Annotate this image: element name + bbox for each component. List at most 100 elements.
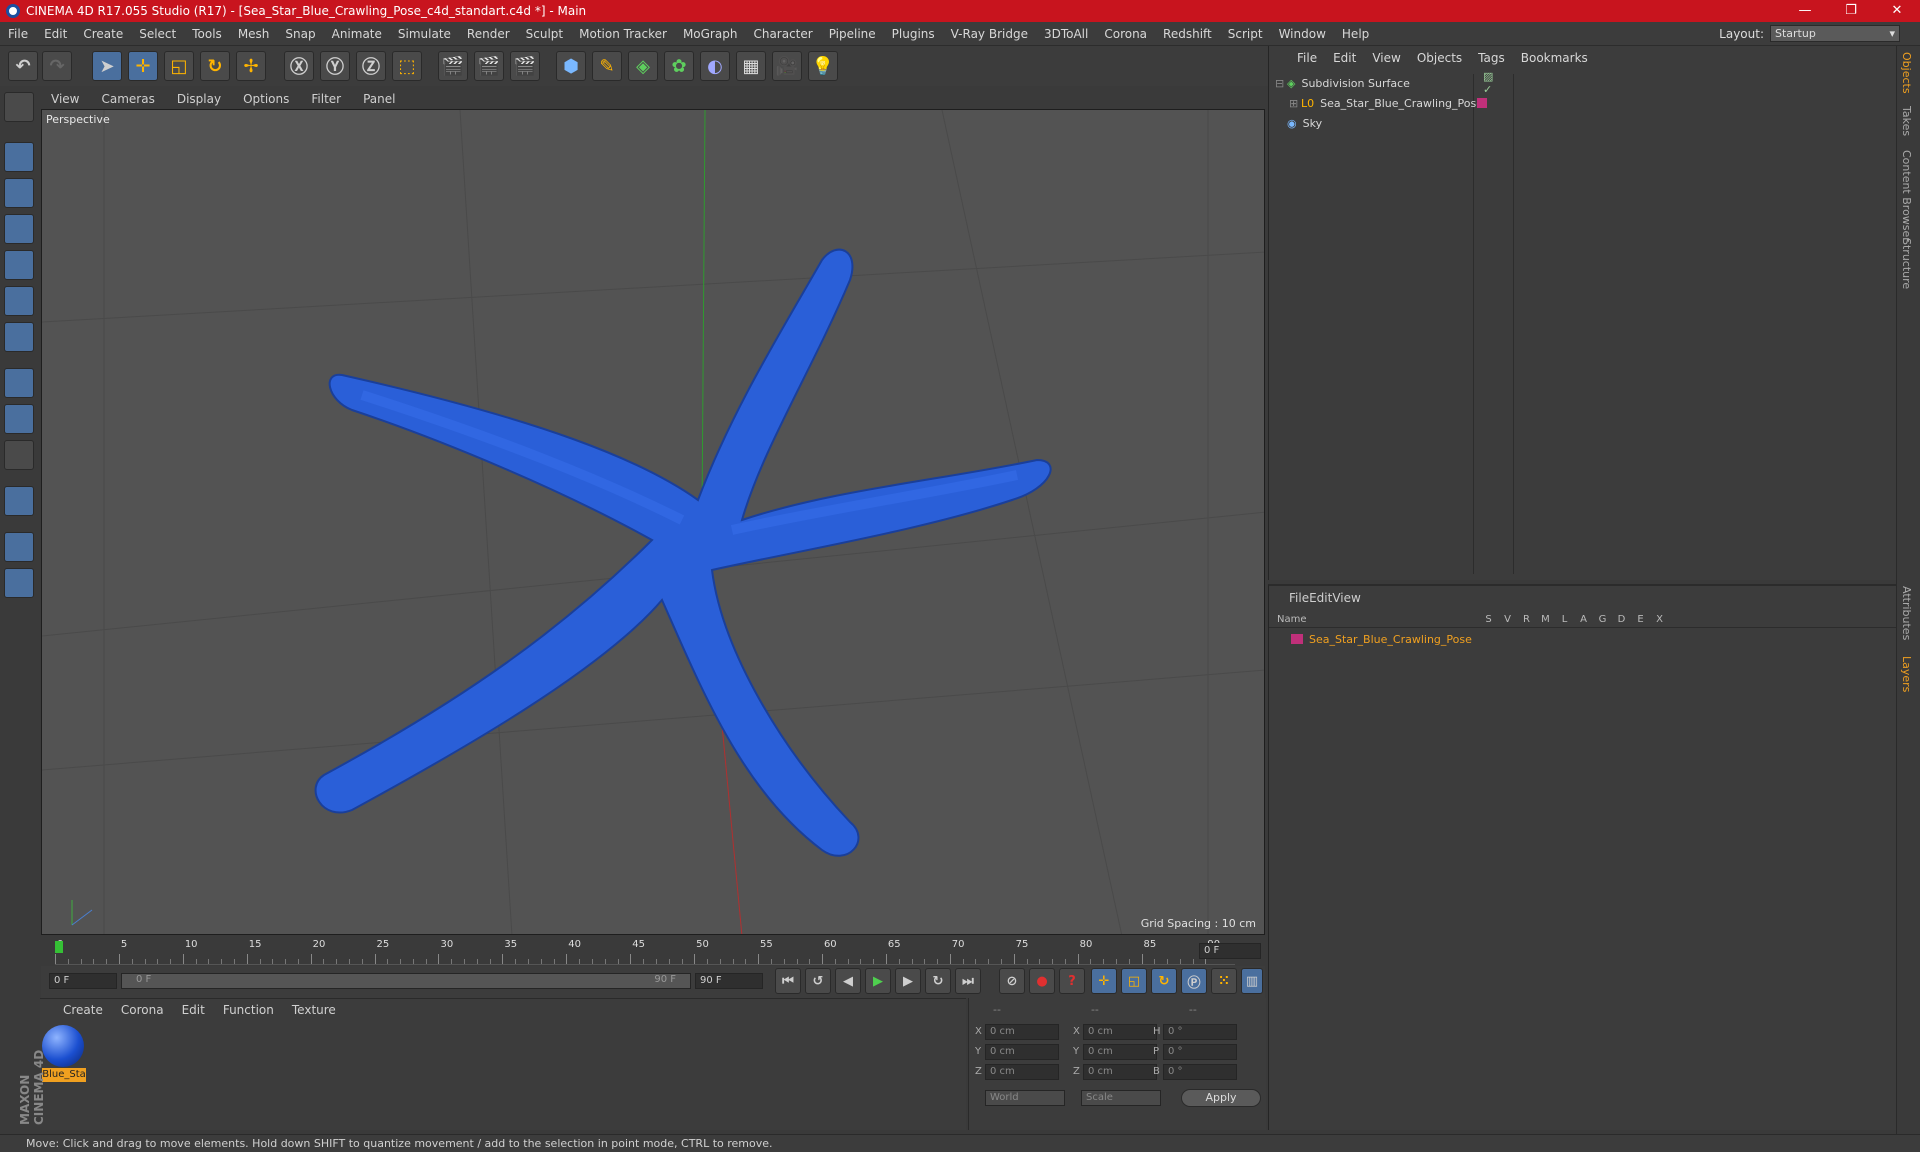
menu-plugins[interactable]: Plugins [884, 22, 943, 46]
texture-mode-icon[interactable] [4, 178, 34, 208]
object-row-sky[interactable]: ◉ Sky [1275, 114, 1322, 132]
key-position-icon[interactable]: ✛ [1091, 968, 1117, 994]
axis-mode-icon[interactable] [4, 368, 34, 398]
menu-3dtoall[interactable]: 3DToAll [1036, 22, 1096, 46]
undo-icon[interactable]: ↶ [8, 51, 38, 81]
workplane-lock-icon[interactable] [4, 532, 34, 562]
menu-script[interactable]: Script [1220, 22, 1271, 46]
coordinate-system-icon[interactable]: ⬚ [392, 51, 422, 81]
pen-spline-icon[interactable]: ✎ [592, 51, 622, 81]
material-menu-function[interactable]: Function [214, 1003, 283, 1017]
viewport-menu-panel[interactable]: Panel [352, 92, 406, 106]
menu-animate[interactable]: Animate [324, 22, 390, 46]
menu-redshift[interactable]: Redshift [1155, 22, 1220, 46]
menu-simulate[interactable]: Simulate [390, 22, 459, 46]
layer-column-s[interactable]: S [1479, 614, 1498, 625]
timeline-window-icon[interactable]: ▥ [1241, 968, 1263, 994]
live-selection-icon[interactable]: ✢ [236, 51, 266, 81]
floor-icon[interactable]: ▦ [736, 51, 766, 81]
coord-field-y[interactable]: 0 cm [985, 1044, 1059, 1060]
object-row-sea-star[interactable]: ⊞ L0 Sea_Star_Blue_Crawling_Pose [1275, 94, 1487, 112]
tweak-mode-icon[interactable] [4, 404, 34, 434]
subdivision-surface-icon[interactable]: ◈ [628, 51, 658, 81]
timeline-ruler[interactable]: 051015202530354045505560657075808590 0 F [41, 937, 1265, 965]
menu-file[interactable]: File [0, 22, 36, 46]
frame-range-slider[interactable]: 0 F 90 F [121, 973, 691, 989]
sea-star-model[interactable] [314, 248, 1052, 857]
polygons-mode-icon[interactable] [4, 322, 34, 352]
layer-column-v[interactable]: V [1498, 614, 1517, 625]
cube-primitive-icon[interactable]: ⬢ [556, 51, 586, 81]
close-button[interactable]: ✕ [1874, 0, 1920, 22]
edit-render-settings-icon[interactable]: 🎬 [510, 51, 540, 81]
coord-field-x[interactable]: 0 cm [985, 1024, 1059, 1040]
material-swatch[interactable]: Blue_Sta [42, 1025, 86, 1083]
side-tab-objects[interactable]: Objects [1900, 52, 1913, 94]
layer-menu-view[interactable]: View [1332, 591, 1360, 605]
go-to-end-icon[interactable]: ⏭ [955, 968, 981, 994]
side-tab-attributes[interactable]: Attributes [1900, 586, 1913, 640]
minimize-button[interactable]: — [1782, 0, 1828, 22]
layer-column-x[interactable]: X [1650, 614, 1669, 625]
object-row-subdivision-surface[interactable]: ⊟ ◈ Subdivision Surface ▨ ✓ [1275, 70, 1493, 96]
menu-motion-tracker[interactable]: Motion Tracker [571, 22, 675, 46]
coord-field-h[interactable]: 0 ° [1163, 1024, 1237, 1040]
side-tab-takes[interactable]: Takes [1900, 106, 1913, 136]
scale-tool-icon[interactable]: ◱ [164, 51, 194, 81]
menu-mograph[interactable]: MoGraph [675, 22, 746, 46]
next-key-icon[interactable]: ↻ [925, 968, 951, 994]
maximize-button[interactable]: ❐ [1828, 0, 1874, 22]
autokeying-icon[interactable]: ? [1059, 968, 1085, 994]
menu-v-ray-bridge[interactable]: V-Ray Bridge [943, 22, 1036, 46]
y-axis-lock-icon[interactable]: Ⓨ [320, 51, 350, 81]
workplane-mode-icon[interactable] [4, 214, 34, 244]
z-axis-lock-icon[interactable]: Ⓩ [356, 51, 386, 81]
keyframe-selection-icon[interactable]: ⊘ [999, 968, 1025, 994]
coord-field-y[interactable]: 0 cm [1083, 1044, 1157, 1060]
viewport-menu-display[interactable]: Display [166, 92, 232, 106]
end-frame-field[interactable]: 90 F [695, 973, 763, 989]
side-tab-content-browser[interactable]: Content Browser [1900, 150, 1913, 242]
playhead[interactable] [55, 941, 63, 953]
layer-column-d[interactable]: D [1612, 614, 1631, 625]
apply-button[interactable]: Apply [1181, 1089, 1261, 1107]
light-icon[interactable]: 💡 [808, 51, 838, 81]
edges-mode-icon[interactable] [4, 286, 34, 316]
key-scale-icon[interactable]: ◱ [1121, 968, 1147, 994]
key-rotation-icon[interactable]: ↻ [1151, 968, 1177, 994]
viewport-menu-view[interactable]: View [40, 92, 90, 106]
render-picture-viewer-icon[interactable]: 🎬 [474, 51, 504, 81]
coord-field-x[interactable]: 0 cm [1083, 1024, 1157, 1040]
world-dropdown[interactable]: World [985, 1090, 1065, 1106]
layer-column-e[interactable]: E [1631, 614, 1650, 625]
perspective-viewport[interactable]: Perspective Grid Spacing : 10 cm [41, 109, 1265, 935]
menu-window[interactable]: Window [1271, 22, 1334, 46]
make-editable-icon[interactable] [4, 92, 34, 122]
material-menu-edit[interactable]: Edit [173, 1003, 214, 1017]
material-menu-create[interactable]: Create [54, 1003, 112, 1017]
render-view-icon[interactable]: 🎬 [438, 51, 468, 81]
layer-column-l[interactable]: L [1555, 614, 1574, 625]
go-to-start-icon[interactable]: ⏮ [775, 968, 801, 994]
menu-help[interactable]: Help [1334, 22, 1377, 46]
rotate-tool-icon[interactable]: ↻ [200, 51, 230, 81]
coord-field-z[interactable]: 0 cm [985, 1064, 1059, 1080]
next-frame-icon[interactable]: ▶ [895, 968, 921, 994]
menu-create[interactable]: Create [75, 22, 131, 46]
layer-menu-file[interactable]: File [1289, 591, 1309, 605]
layer-row[interactable]: Sea_Star_Blue_Crawling_Pose [1275, 630, 1472, 648]
previous-frame-icon[interactable]: ◀ [835, 968, 861, 994]
deformer-icon[interactable]: ◐ [700, 51, 730, 81]
material-menu-texture[interactable]: Texture [283, 1003, 345, 1017]
scale-dropdown[interactable]: Scale [1081, 1090, 1161, 1106]
coord-field-p[interactable]: 0 ° [1163, 1044, 1237, 1060]
menu-snap[interactable]: Snap [277, 22, 323, 46]
move-tool-icon[interactable]: ✛ [128, 51, 158, 81]
solo-icon[interactable] [4, 440, 34, 470]
layer-column-g[interactable]: G [1593, 614, 1612, 625]
side-tab-layers[interactable]: Layers [1900, 656, 1913, 692]
camera-icon[interactable]: 🎥 [772, 51, 802, 81]
side-tab-structure[interactable]: Structure [1900, 238, 1913, 289]
cloner-icon[interactable]: ✿ [664, 51, 694, 81]
record-active-icon[interactable]: ● [1029, 968, 1055, 994]
